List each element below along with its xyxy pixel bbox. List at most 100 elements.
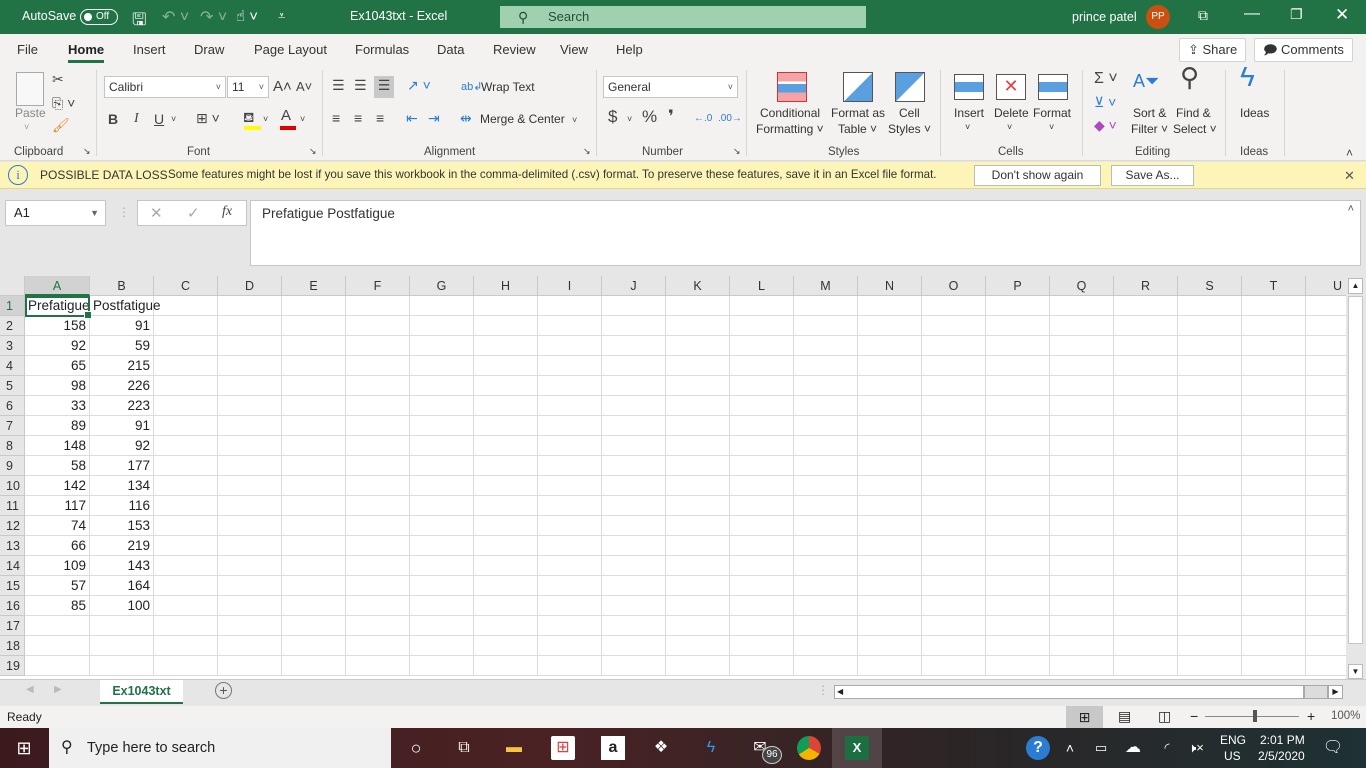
cell-g9[interactable]	[410, 456, 474, 476]
cell-u1[interactable]	[1306, 296, 1346, 316]
cell-h13[interactable]	[474, 536, 538, 556]
cell-h2[interactable]	[474, 316, 538, 336]
cell-f8[interactable]	[346, 436, 410, 456]
wrap-text-button[interactable]: Wrap Text	[481, 80, 535, 94]
cell-f19[interactable]	[346, 656, 410, 676]
show-hidden-icons[interactable]: ˄	[1058, 736, 1082, 760]
cell-p1[interactable]	[986, 296, 1050, 316]
cell-m7[interactable]	[794, 416, 858, 436]
cell-n15[interactable]	[858, 576, 922, 596]
cell-q9[interactable]	[1050, 456, 1114, 476]
cell-a13[interactable]: 66	[25, 536, 90, 556]
cell-r18[interactable]	[1114, 636, 1178, 656]
conditional-formatting-line1[interactable]: Conditional	[760, 106, 820, 120]
autosum-icon[interactable]: Σ ˅	[1094, 70, 1118, 88]
cell-d15[interactable]	[218, 576, 282, 596]
cell-d19[interactable]	[218, 656, 282, 676]
cell-f2[interactable]	[346, 316, 410, 336]
cell-c3[interactable]	[154, 336, 218, 356]
cell-s16[interactable]	[1178, 596, 1242, 616]
cell-e13[interactable]	[282, 536, 346, 556]
currency-dropdown-icon[interactable]: ˅	[627, 110, 632, 128]
column-header-k[interactable]: K	[666, 276, 730, 296]
cell-i10[interactable]	[538, 476, 602, 496]
cell-r11[interactable]	[1114, 496, 1178, 516]
cell-t19[interactable]	[1242, 656, 1306, 676]
cell-o4[interactable]	[922, 356, 986, 376]
cell-g4[interactable]	[410, 356, 474, 376]
cell-s4[interactable]	[1178, 356, 1242, 376]
column-header-m[interactable]: M	[794, 276, 858, 296]
tab-page-layout[interactable]: Page Layout	[254, 42, 327, 57]
cell-n19[interactable]	[858, 656, 922, 676]
cell-t7[interactable]	[1242, 416, 1306, 436]
cell-k5[interactable]	[666, 376, 730, 396]
column-header-n[interactable]: N	[858, 276, 922, 296]
cell-b8[interactable]: 92	[90, 436, 154, 456]
cell-j6[interactable]	[602, 396, 666, 416]
cell-f17[interactable]	[346, 616, 410, 636]
column-header-r[interactable]: R	[1114, 276, 1178, 296]
cell-e4[interactable]	[282, 356, 346, 376]
cell-s1[interactable]	[1178, 296, 1242, 316]
cell-f15[interactable]	[346, 576, 410, 596]
cell-i14[interactable]	[538, 556, 602, 576]
cell-b19[interactable]	[90, 656, 154, 676]
cell-h9[interactable]	[474, 456, 538, 476]
insert-button[interactable]: Insert	[954, 106, 984, 120]
cell-j7[interactable]	[602, 416, 666, 436]
cell-b14[interactable]: 143	[90, 556, 154, 576]
help-icon[interactable]: ?	[1026, 736, 1050, 760]
zoom-level[interactable]: 100%	[1331, 710, 1360, 722]
cell-a17[interactable]	[25, 616, 90, 636]
cell-u4[interactable]	[1306, 356, 1346, 376]
cell-u13[interactable]	[1306, 536, 1346, 556]
app-lightning-icon[interactable]: ϟ	[699, 736, 723, 760]
cell-m18[interactable]	[794, 636, 858, 656]
cell-u14[interactable]	[1306, 556, 1346, 576]
cell-r14[interactable]	[1114, 556, 1178, 576]
cell-e12[interactable]	[282, 516, 346, 536]
network-icon[interactable]: ◜	[1155, 736, 1179, 760]
alignment-launcher-icon[interactable]: ↘	[583, 146, 591, 157]
cell-n17[interactable]	[858, 616, 922, 636]
cell-a9[interactable]: 58	[25, 456, 90, 476]
font-color-dropdown-icon[interactable]: ˅	[300, 110, 305, 128]
cell-p2[interactable]	[986, 316, 1050, 336]
cell-u18[interactable]	[1306, 636, 1346, 656]
cell-b3[interactable]: 59	[90, 336, 154, 356]
cell-p6[interactable]	[986, 396, 1050, 416]
cell-s14[interactable]	[1178, 556, 1242, 576]
cell-p9[interactable]	[986, 456, 1050, 476]
cell-i16[interactable]	[538, 596, 602, 616]
cell-s6[interactable]	[1178, 396, 1242, 416]
close-infobar-icon[interactable]: ✕	[1344, 168, 1355, 184]
scroll-down-icon[interactable]: ▼	[1348, 664, 1363, 679]
cell-k7[interactable]	[666, 416, 730, 436]
cell-s17[interactable]	[1178, 616, 1242, 636]
cell-s12[interactable]	[1178, 516, 1242, 536]
cell-l14[interactable]	[730, 556, 794, 576]
customize-toolbar-icon[interactable]: ⩡	[278, 8, 285, 24]
cell-i13[interactable]	[538, 536, 602, 556]
cell-q6[interactable]	[1050, 396, 1114, 416]
cell-k2[interactable]	[666, 316, 730, 336]
merge-icon[interactable]: ⇹	[460, 109, 472, 127]
cell-e11[interactable]	[282, 496, 346, 516]
cell-j10[interactable]	[602, 476, 666, 496]
cell-j19[interactable]	[602, 656, 666, 676]
cell-j4[interactable]	[602, 356, 666, 376]
cell-l1[interactable]	[730, 296, 794, 316]
scroll-left-icon[interactable]: ◀	[837, 686, 843, 698]
cell-l3[interactable]	[730, 336, 794, 356]
cell-m8[interactable]	[794, 436, 858, 456]
column-header-f[interactable]: F	[346, 276, 410, 296]
cell-a18[interactable]	[25, 636, 90, 656]
ideas-button[interactable]: Ideas	[1240, 106, 1269, 120]
cell-f10[interactable]	[346, 476, 410, 496]
delete-button[interactable]: Delete	[994, 106, 1029, 120]
cell-r3[interactable]	[1114, 336, 1178, 356]
region[interactable]: US	[1224, 749, 1241, 763]
zoom-out-button[interactable]: −	[1190, 708, 1198, 724]
row-header-12[interactable]: 12	[0, 516, 25, 536]
